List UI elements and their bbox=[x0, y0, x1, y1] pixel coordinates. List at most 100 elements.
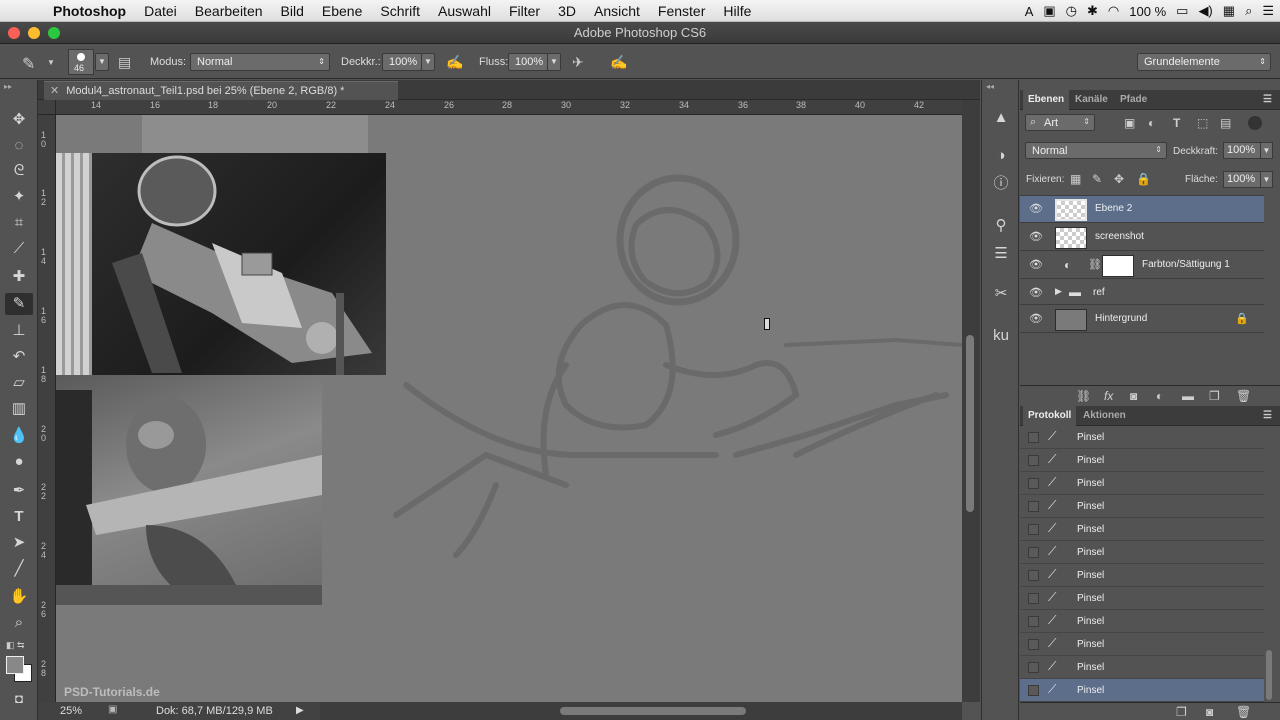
trash-icon[interactable]: 🗑 bbox=[1236, 705, 1251, 719]
airbrush-icon[interactable]: ✈ bbox=[572, 54, 584, 71]
histogram-icon[interactable]: ▲ bbox=[987, 106, 1015, 130]
filter-adjustment-icon[interactable]: ◐ bbox=[1148, 116, 1155, 130]
pen-tool-icon[interactable]: ✒ bbox=[5, 480, 33, 502]
time-machine-icon[interactable]: ◷ bbox=[1066, 3, 1077, 19]
type-tool-icon[interactable]: T bbox=[5, 506, 33, 528]
brush-tool-icon[interactable]: ✎ bbox=[5, 293, 33, 315]
lock-position-icon[interactable]: ✥ bbox=[1114, 172, 1124, 186]
tab-aktionen[interactable]: Aktionen bbox=[1078, 406, 1131, 426]
brush-size-dropdown[interactable]: ▼ bbox=[95, 53, 109, 71]
vertical-ruler[interactable]: 10 12 14 16 18 20 22 24 26 28 bbox=[38, 115, 56, 702]
lock-all-icon[interactable]: 🔒 bbox=[1136, 172, 1151, 186]
magic-wand-tool-icon[interactable]: ✦ bbox=[5, 186, 33, 208]
tab-kanaele[interactable]: Kanäle bbox=[1070, 90, 1113, 110]
battery-icon[interactable]: ▭ bbox=[1176, 3, 1188, 19]
visibility-eye-icon[interactable]: 👁 bbox=[1029, 202, 1043, 216]
history-snapshot-checkbox[interactable] bbox=[1028, 662, 1039, 673]
layer-blend-mode-select[interactable]: Normal ⇕ bbox=[1025, 142, 1167, 159]
history-snapshot-checkbox[interactable] bbox=[1028, 432, 1039, 443]
lock-pixels-icon[interactable]: ✎ bbox=[1092, 172, 1102, 186]
layer-row-screenshot[interactable]: 👁 screenshot bbox=[1020, 224, 1264, 251]
history-scroll-thumb[interactable] bbox=[1266, 650, 1272, 700]
layer-row-ebene-2[interactable]: 👁 Ebene 2 bbox=[1020, 196, 1264, 223]
layer-opacity-dropdown[interactable]: ▼ bbox=[1260, 142, 1273, 159]
add-mask-icon[interactable]: ◙ bbox=[1130, 389, 1137, 403]
document-tab[interactable]: ✕ Modul4_astronaut_Teil1.psd bei 25% (Ebe… bbox=[44, 81, 398, 100]
flow-input[interactable]: 100% bbox=[508, 53, 548, 71]
layer-fill-input[interactable]: 100% bbox=[1223, 171, 1261, 188]
menu-hilfe[interactable]: Hilfe bbox=[714, 3, 760, 19]
tools-presets-icon[interactable]: ✂ bbox=[987, 282, 1015, 306]
layer-fill-dropdown[interactable]: ▼ bbox=[1260, 171, 1273, 188]
menu-schrift[interactable]: Schrift bbox=[371, 3, 429, 19]
horizontal-ruler[interactable]: 14 16 18 20 22 24 26 28 30 32 34 36 38 4… bbox=[56, 100, 962, 115]
filter-shape-icon[interactable]: ⬚ bbox=[1197, 116, 1208, 130]
hand-tool-icon[interactable]: ✋ bbox=[5, 586, 33, 608]
history-state[interactable]: ⟋ Pinsel bbox=[1020, 587, 1264, 610]
layer-style-fx-icon[interactable]: fx bbox=[1104, 389, 1113, 403]
move-tool-icon[interactable]: ✥ bbox=[5, 109, 33, 131]
menu-bild[interactable]: Bild bbox=[272, 3, 313, 19]
new-layer-icon[interactable]: ❐ bbox=[1209, 389, 1220, 403]
eyedropper-tool-icon[interactable]: ⟋ bbox=[5, 238, 33, 260]
blur-tool-icon[interactable]: 💧 bbox=[5, 425, 33, 447]
document-canvas[interactable]: PSD-Tutorials.de bbox=[56, 115, 962, 702]
notification-list-icon[interactable]: ☰ bbox=[1262, 3, 1274, 19]
history-state[interactable]: ⟋ Pinsel bbox=[1020, 541, 1264, 564]
calendar-icon[interactable]: ▦ bbox=[1223, 3, 1235, 19]
foreground-color-swatch[interactable] bbox=[6, 656, 24, 674]
tab-pfade[interactable]: Pfade bbox=[1115, 90, 1152, 110]
zoom-level[interactable]: 25% bbox=[60, 705, 82, 717]
clone-stamp-tool-icon[interactable]: ⊥ bbox=[5, 320, 33, 342]
crop-tool-icon[interactable]: ⌗ bbox=[5, 212, 33, 234]
layer-row-hintergrund[interactable]: 👁 Hintergrund 🔒 bbox=[1020, 306, 1264, 333]
screen-record-icon[interactable]: ▣ bbox=[1043, 3, 1055, 19]
brush-presets-icon[interactable]: ⚲ bbox=[987, 214, 1015, 238]
kuler-icon[interactable]: ku bbox=[987, 324, 1015, 348]
history-state[interactable]: ⟋ Pinsel bbox=[1020, 564, 1264, 587]
menu-fenster[interactable]: Fenster bbox=[649, 3, 714, 19]
new-adjustment-layer-icon[interactable]: ◐ bbox=[1156, 389, 1163, 403]
zoom-window-button[interactable] bbox=[48, 27, 60, 39]
lock-transparency-icon[interactable]: ▦ bbox=[1070, 172, 1081, 186]
color-picker-panel-icon[interactable]: ◑ bbox=[987, 144, 1015, 168]
link-layers-icon[interactable]: ⛓ bbox=[1076, 389, 1091, 403]
status-menu-arrow-icon[interactable]: ▶ bbox=[296, 705, 304, 716]
mode-select[interactable]: Normal ⇕ bbox=[190, 53, 330, 71]
default-colors-icon[interactable]: ◧ ⇆ bbox=[6, 640, 25, 651]
history-snapshot-checkbox[interactable] bbox=[1028, 501, 1039, 512]
brush-size-picker[interactable]: 46 bbox=[68, 49, 94, 75]
brush-panel-toggle-icon[interactable]: ▤ bbox=[118, 54, 131, 71]
bluetooth-icon[interactable]: ✱ bbox=[1087, 3, 1098, 19]
history-snapshot-checkbox[interactable] bbox=[1028, 478, 1039, 489]
layer-filter-kind-select[interactable]: ⌕ Art ⇕ bbox=[1025, 114, 1095, 131]
marquee-tool-icon[interactable]: ◌ bbox=[5, 135, 33, 157]
menu-3d[interactable]: 3D bbox=[549, 3, 585, 19]
path-selection-tool-icon[interactable]: ➤ bbox=[5, 532, 33, 554]
line-tool-icon[interactable]: ╱ bbox=[5, 558, 33, 580]
eraser-tool-icon[interactable]: ▱ bbox=[5, 372, 33, 394]
collapse-toolbar-icon[interactable]: ▸▸ bbox=[4, 82, 12, 91]
link-chain-icon[interactable]: ⛓ bbox=[1088, 258, 1102, 271]
filter-smartobject-icon[interactable]: ▤ bbox=[1220, 116, 1231, 130]
zoom-tool-icon[interactable]: ⌕ bbox=[5, 612, 33, 634]
history-snapshot-checkbox[interactable] bbox=[1028, 616, 1039, 627]
history-state[interactable]: ⟋ Pinsel bbox=[1020, 495, 1264, 518]
lasso-tool-icon[interactable]: ᘓ bbox=[5, 160, 33, 182]
history-state[interactable]: ⟋ Pinsel bbox=[1020, 449, 1264, 472]
horizontal-scroll-thumb[interactable] bbox=[560, 707, 746, 715]
panel-menu-icon[interactable]: ☰ bbox=[1258, 406, 1277, 426]
adjustments-icon[interactable]: ☰ bbox=[987, 242, 1015, 266]
close-tab-icon[interactable]: ✕ bbox=[50, 85, 59, 97]
history-state[interactable]: ⟋ Pinsel bbox=[1020, 633, 1264, 656]
vertical-scrollbar[interactable] bbox=[962, 100, 980, 702]
history-state[interactable]: ⟋ Pinsel bbox=[1020, 610, 1264, 633]
volume-icon[interactable]: ◀) bbox=[1198, 3, 1212, 19]
chevron-down-icon[interactable]: ▼ bbox=[47, 58, 55, 67]
new-group-icon[interactable]: ▬ bbox=[1182, 389, 1194, 403]
expand-panels-icon[interactable]: ◂◂ bbox=[986, 82, 994, 91]
new-document-from-state-icon[interactable]: ❐ bbox=[1176, 705, 1187, 719]
history-state[interactable]: ⟋ Pinsel bbox=[1020, 472, 1264, 495]
tab-ebenen[interactable]: Ebenen bbox=[1023, 90, 1070, 110]
pressure-opacity-icon[interactable]: ✍ bbox=[446, 54, 463, 71]
